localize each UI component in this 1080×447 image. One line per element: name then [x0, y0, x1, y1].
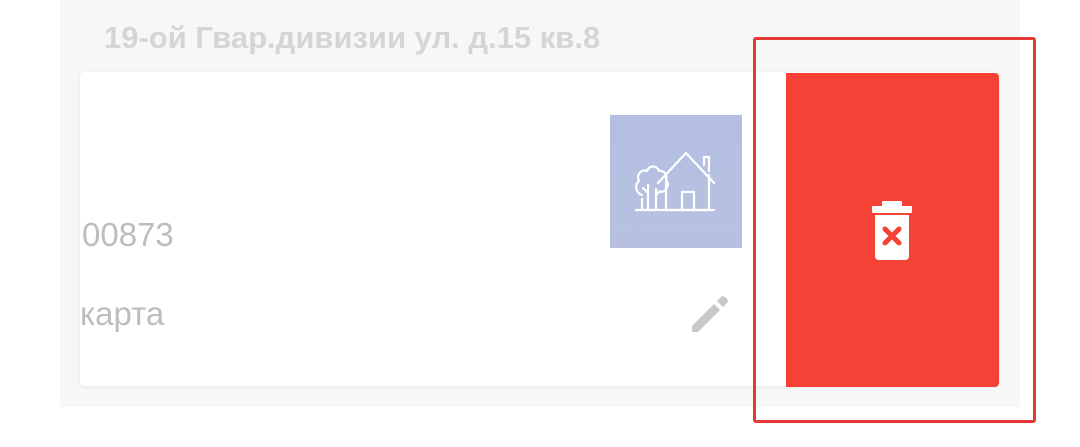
delete-swipe-button[interactable]	[786, 73, 999, 387]
card-type-label: карта	[80, 295, 165, 332]
pencil-icon	[692, 296, 728, 332]
card-number: 00873	[82, 216, 174, 253]
address-header: 19-ой Гвар.дивизии ул. д.15 кв.8	[104, 20, 601, 55]
house-with-trees-icon	[610, 115, 742, 248]
edit-button[interactable]	[688, 292, 732, 336]
trash-x-icon	[868, 201, 916, 261]
